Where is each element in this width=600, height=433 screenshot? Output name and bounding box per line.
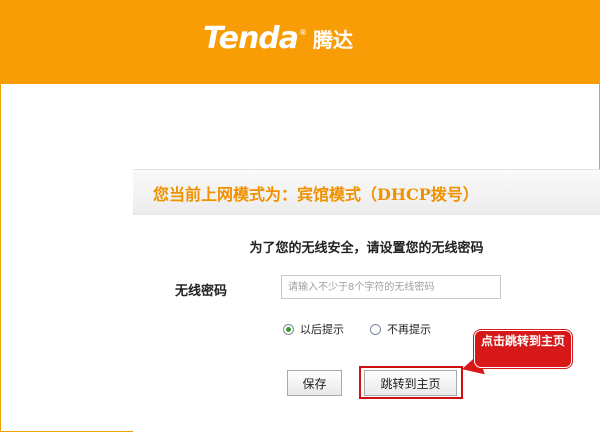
header-bar: Tenda ® 腾达 bbox=[0, 0, 600, 84]
jump-to-home-button[interactable]: 跳转到主页 bbox=[364, 370, 457, 396]
radio-remind-later-label: 以后提示 bbox=[300, 323, 344, 336]
logo-chinese-name: 腾达 bbox=[313, 27, 354, 52]
logo-wordmark: Tenda bbox=[203, 20, 299, 56]
save-button[interactable]: 保存 bbox=[287, 370, 342, 396]
annotation-callout: 点击跳转到主页 bbox=[474, 330, 572, 368]
wireless-password-input[interactable] bbox=[281, 275, 501, 299]
wireless-setup-panel: 您当前上网模式为：宾馆模式（DHCP拨号） 为了您的无线安全，请设置您的无线密码… bbox=[133, 169, 600, 433]
radio-never-remind-circle[interactable] bbox=[370, 323, 381, 335]
radio-never-remind[interactable]: 不再提示 bbox=[370, 321, 431, 337]
panel-title-bar: 您当前上网模式为：宾馆模式（DHCP拨号） bbox=[133, 169, 600, 215]
registered-mark: ® bbox=[299, 27, 308, 37]
panel-title: 您当前上网模式为：宾馆模式（DHCP拨号） bbox=[153, 185, 479, 204]
reminder-radio-group: 以后提示 不再提示 bbox=[283, 321, 457, 337]
radio-remind-later-circle[interactable] bbox=[283, 323, 294, 335]
radio-never-remind-label: 不再提示 bbox=[387, 323, 431, 336]
password-label: 无线密码 bbox=[175, 284, 228, 299]
security-message: 为了您的无线安全，请设置您的无线密码 bbox=[249, 241, 484, 256]
tenda-logo: Tenda ® 腾达 bbox=[203, 20, 353, 56]
radio-remind-later[interactable]: 以后提示 bbox=[283, 321, 344, 337]
